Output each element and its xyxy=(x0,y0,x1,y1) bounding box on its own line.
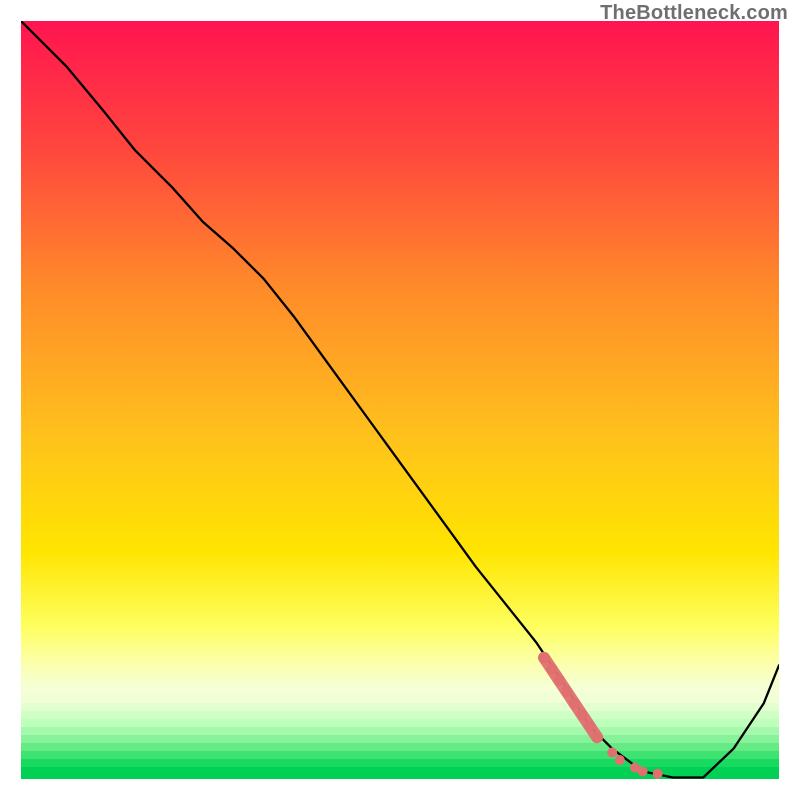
highlight-marker xyxy=(653,769,663,779)
chart-overlay xyxy=(21,21,779,779)
highlight-marker xyxy=(546,664,557,675)
chart-container: TheBottleneck.com xyxy=(0,0,800,800)
highlight-marker xyxy=(561,686,572,697)
highlight-marker xyxy=(592,732,603,743)
highlight-marker xyxy=(576,709,587,720)
highlight-marker xyxy=(554,675,565,686)
highlight-marker xyxy=(607,748,617,758)
highlight-marker xyxy=(638,766,648,776)
series-curve xyxy=(21,21,779,778)
plot-area xyxy=(21,21,779,779)
highlight-marker xyxy=(584,720,595,731)
highlight-marker xyxy=(539,652,550,663)
highlight-marker xyxy=(569,698,580,709)
highlight-marker xyxy=(615,755,625,765)
